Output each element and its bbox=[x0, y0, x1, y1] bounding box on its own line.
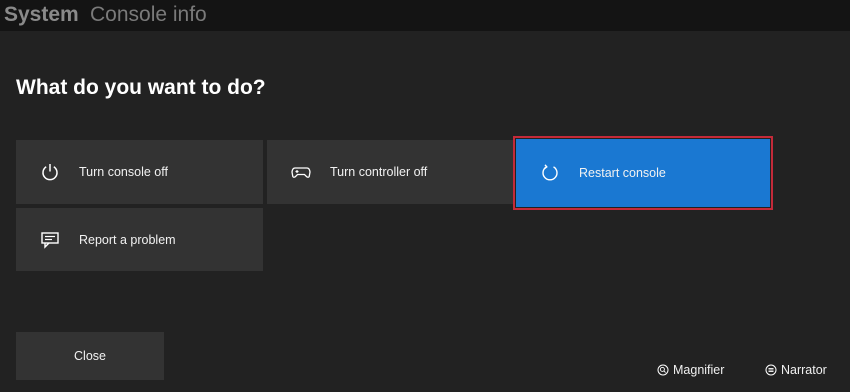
narrator-icon bbox=[765, 364, 777, 376]
narrator-shortcut[interactable]: Narrator bbox=[765, 363, 827, 377]
magnifier-label: Magnifier bbox=[673, 363, 725, 377]
header-page-title: Console info bbox=[90, 3, 207, 26]
option-label: Report a problem bbox=[79, 232, 176, 247]
turn-console-off-button[interactable]: Turn console off bbox=[16, 140, 263, 204]
report-a-problem-button[interactable]: Report a problem bbox=[16, 208, 263, 271]
dialog-title: What do you want to do? bbox=[16, 76, 266, 99]
power-icon bbox=[42, 164, 58, 181]
restart-icon bbox=[542, 164, 558, 181]
magnifier-shortcut[interactable]: Magnifier bbox=[657, 363, 724, 377]
controller-icon bbox=[291, 167, 311, 178]
restart-console-button[interactable]: Restart console bbox=[513, 136, 773, 210]
option-label: Turn console off bbox=[79, 165, 168, 179]
option-label: Restart console bbox=[579, 166, 666, 180]
top-bar: System Console info bbox=[0, 0, 850, 31]
turn-controller-off-button[interactable]: Turn controller off bbox=[267, 140, 514, 204]
option-label: Turn controller off bbox=[330, 165, 428, 179]
narrator-label: Narrator bbox=[781, 363, 827, 377]
close-button[interactable]: Close bbox=[16, 332, 164, 380]
magnifier-icon bbox=[657, 364, 669, 376]
feedback-icon bbox=[41, 231, 59, 249]
header-section: System bbox=[4, 3, 79, 26]
